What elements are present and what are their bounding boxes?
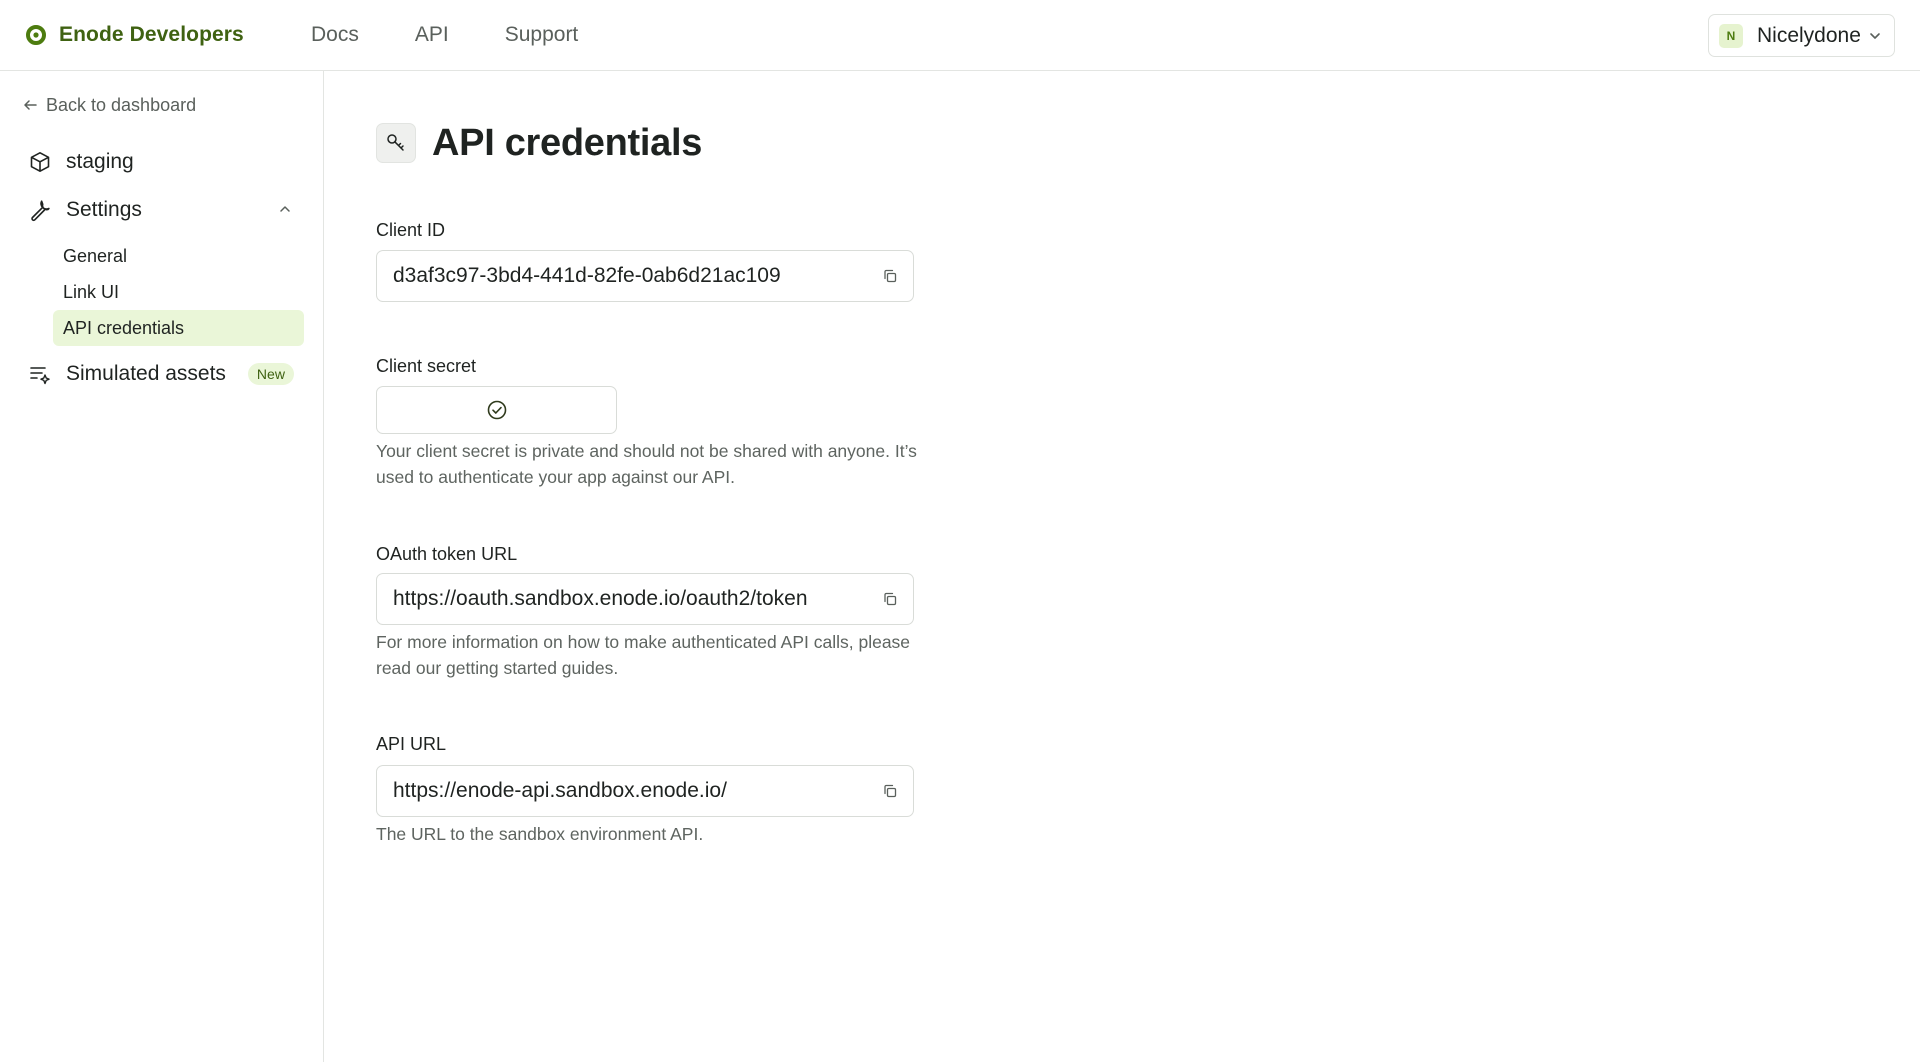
oauth-url-label: OAuth token URL: [376, 544, 518, 564]
cube-icon: [30, 152, 50, 172]
client-id-label: Client ID: [376, 220, 446, 240]
oauth-url-field[interactable]: https://oauth.sandbox.enode.io/oauth2/to…: [376, 573, 914, 625]
back-label: Back to dashboard: [46, 94, 197, 115]
sidebar-item-label: staging: [66, 150, 134, 173]
new-badge: New: [247, 363, 294, 385]
key-icon: [387, 134, 404, 151]
check-circle-icon: [487, 400, 506, 420]
sidebar-item-label: Simulated assets: [66, 362, 226, 385]
enode-logo-icon: [26, 25, 46, 45]
sidebar: Back to dashboard staging Settings Gener…: [0, 71, 324, 1062]
account-switcher[interactable]: N Nicelydone: [1708, 14, 1895, 57]
arrow-left-icon: [24, 100, 37, 110]
sidebar-item-simulated-assets[interactable]: Simulated assets New: [28, 360, 294, 388]
client-secret-field[interactable]: [376, 386, 617, 434]
back-to-dashboard-link[interactable]: Back to dashboard: [22, 93, 196, 117]
nav-api[interactable]: API: [415, 22, 449, 48]
sidebar-item-api-credentials[interactable]: API credentials: [53, 310, 304, 346]
account-name: Nicelydone: [1757, 23, 1861, 47]
nav-support[interactable]: Support: [505, 22, 579, 48]
client-id-field[interactable]: d3af3c97-3bd4-441d-82fe-0ab6d21ac109: [376, 250, 914, 302]
client-secret-label: Client secret: [376, 356, 477, 376]
copy-icon: [884, 784, 897, 798]
copy-icon: [884, 592, 897, 606]
top-bar: Enode Developers Docs API Support N Nice…: [0, 0, 1920, 71]
avatar: N: [1719, 23, 1743, 48]
api-url-help: The URL to the sandbox environment API.: [376, 824, 704, 844]
brand-link[interactable]: Enode Developers: [25, 22, 244, 48]
client-id-value[interactable]: d3af3c97-3bd4-441d-82fe-0ab6d21ac109: [393, 264, 781, 288]
page-title: API credentials: [432, 122, 703, 164]
sidebar-item-link-ui[interactable]: Link UI: [53, 274, 304, 310]
client-secret-help: Your client secret is private and should…: [376, 441, 917, 487]
copy-api-url-button[interactable]: [881, 782, 899, 800]
api-url-label: API URL: [376, 734, 447, 754]
brand-name: Enode Developers: [59, 23, 244, 46]
page-icon: [376, 123, 416, 163]
oauth-url-value[interactable]: https://oauth.sandbox.enode.io/oauth2/to…: [393, 587, 808, 611]
nav-docs[interactable]: Docs: [311, 22, 359, 48]
copy-icon: [884, 269, 897, 283]
copy-client-id-button[interactable]: [881, 267, 899, 285]
chevron-up-icon[interactable]: [277, 201, 293, 217]
sidebar-item-label: Settings: [66, 198, 142, 221]
copy-oauth-url-button[interactable]: [881, 590, 899, 608]
wrench-icon: [31, 200, 50, 222]
api-url-value[interactable]: https://enode-api.sandbox.enode.io/: [393, 779, 727, 803]
chevron-down-icon: [1870, 32, 1880, 39]
sidebar-item-settings[interactable]: Settings: [28, 196, 142, 224]
api-url-field[interactable]: https://enode-api.sandbox.enode.io/: [376, 765, 914, 817]
sidebar-item-general[interactable]: General: [53, 238, 304, 274]
top-nav: Docs API Support: [311, 22, 578, 48]
oauth-url-help: For more information on how to make auth…: [376, 632, 911, 678]
list-sparkle-icon: [30, 367, 50, 385]
sidebar-item-staging[interactable]: staging: [28, 148, 134, 176]
